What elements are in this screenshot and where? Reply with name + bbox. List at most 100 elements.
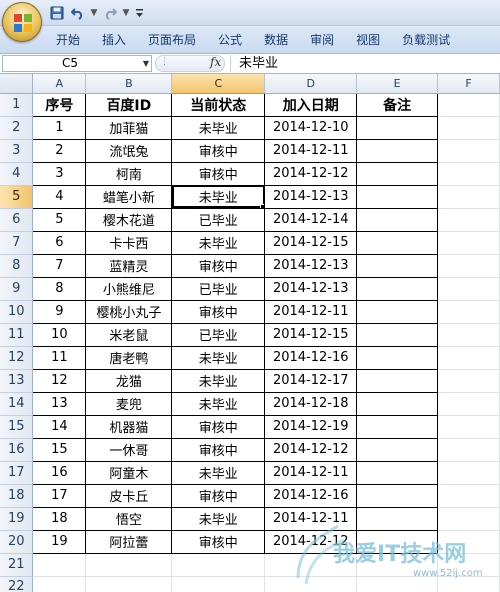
cell-d5[interactable]: 2014-12-13 <box>264 184 358 209</box>
cell-d3[interactable]: 2014-12-11 <box>264 138 358 163</box>
column-header-e[interactable]: E <box>356 74 439 94</box>
tab-data[interactable]: 数据 <box>253 26 299 54</box>
cell-b9[interactable]: 小熊维尼 <box>85 276 173 301</box>
cell-b21[interactable] <box>85 553 173 577</box>
cell-f15[interactable] <box>437 415 500 439</box>
row-header-5[interactable]: 5 <box>0 185 34 209</box>
cell-a6[interactable]: 5 <box>32 207 87 232</box>
cell-a13[interactable]: 12 <box>32 368 87 393</box>
cell-a19[interactable]: 18 <box>32 506 87 531</box>
cell-b4[interactable]: 柯南 <box>85 161 173 186</box>
redo-dropdown-icon[interactable]: ▼ <box>122 4 130 22</box>
cell-e16[interactable] <box>356 437 439 462</box>
cell-b1[interactable]: 百度ID <box>85 92 173 117</box>
cell-e20[interactable] <box>356 529 439 554</box>
tab-view[interactable]: 视图 <box>345 26 391 54</box>
formula-input[interactable]: 未毕业 <box>230 55 498 72</box>
cell-b15[interactable]: 机器猫 <box>85 414 173 439</box>
tab-formulas[interactable]: 公式 <box>207 26 253 54</box>
cell-f3[interactable] <box>437 139 500 163</box>
row-header-4[interactable]: 4 <box>0 162 34 186</box>
cell-a21[interactable] <box>32 553 87 577</box>
cell-a9[interactable]: 8 <box>32 276 87 301</box>
cell-c11[interactable]: 已毕业 <box>171 322 266 347</box>
cell-f2[interactable] <box>437 116 500 140</box>
cell-f22[interactable] <box>437 576 500 592</box>
cell-c2[interactable]: 未毕业 <box>171 115 266 140</box>
fx-icon[interactable]: fx <box>210 55 221 69</box>
fill-handle[interactable] <box>260 203 264 207</box>
cell-c18[interactable]: 审核中 <box>171 483 266 508</box>
cell-f13[interactable] <box>437 369 500 393</box>
cell-e22[interactable] <box>356 576 439 592</box>
cell-a1[interactable]: 序号 <box>32 92 87 117</box>
cell-f12[interactable] <box>437 346 500 370</box>
cell-e8[interactable] <box>356 253 439 278</box>
cell-b22[interactable] <box>85 576 173 592</box>
cell-b19[interactable]: 悟空 <box>85 506 173 531</box>
column-header-b[interactable]: B <box>85 74 173 94</box>
cell-c14[interactable]: 未毕业 <box>171 391 266 416</box>
cell-f16[interactable] <box>437 438 500 462</box>
cell-c5-selected[interactable]: 未毕业 <box>171 184 266 209</box>
cell-f18[interactable] <box>437 484 500 508</box>
cell-b3[interactable]: 流氓兔 <box>85 138 173 163</box>
cell-a15[interactable]: 14 <box>32 414 87 439</box>
cell-a7[interactable]: 6 <box>32 230 87 255</box>
cell-c17[interactable]: 未毕业 <box>171 460 266 485</box>
select-all-corner[interactable] <box>0 74 34 94</box>
cell-c9[interactable]: 已毕业 <box>171 276 266 301</box>
cell-b16[interactable]: 一休哥 <box>85 437 173 462</box>
cell-e7[interactable] <box>356 230 439 255</box>
cell-f21[interactable] <box>437 553 500 577</box>
cell-d19[interactable]: 2014-12-11 <box>264 506 358 531</box>
row-header-22[interactable]: 22 <box>0 576 34 592</box>
cell-e12[interactable] <box>356 345 439 370</box>
column-header-d[interactable]: D <box>264 74 358 94</box>
cell-a22[interactable] <box>32 576 87 592</box>
cell-f10[interactable] <box>437 300 500 324</box>
row-header-7[interactable]: 7 <box>0 231 34 255</box>
cell-e9[interactable] <box>356 276 439 301</box>
tab-home[interactable]: 开始 <box>45 26 91 54</box>
cell-e21[interactable] <box>356 553 439 577</box>
cell-a18[interactable]: 17 <box>32 483 87 508</box>
cell-f19[interactable] <box>437 507 500 531</box>
cell-f6[interactable] <box>437 208 500 232</box>
cell-a11[interactable]: 10 <box>32 322 87 347</box>
cell-f11[interactable] <box>437 323 500 347</box>
cell-c15[interactable]: 审核中 <box>171 414 266 439</box>
cell-d9[interactable]: 2014-12-13 <box>264 276 358 301</box>
cell-f5[interactable] <box>437 185 500 209</box>
cell-e2[interactable] <box>356 115 439 140</box>
cell-a4[interactable]: 3 <box>32 161 87 186</box>
tab-page-layout[interactable]: 页面布局 <box>137 26 207 54</box>
cell-d16[interactable]: 2014-12-12 <box>264 437 358 462</box>
cell-d8[interactable]: 2014-12-13 <box>264 253 358 278</box>
cell-b20[interactable]: 阿拉蕾 <box>85 529 173 554</box>
cell-f7[interactable] <box>437 231 500 255</box>
cell-a8[interactable]: 7 <box>32 253 87 278</box>
cell-e3[interactable] <box>356 138 439 163</box>
cell-d20[interactable]: 2014-12-12 <box>264 529 358 554</box>
row-header-17[interactable]: 17 <box>0 461 34 485</box>
cell-d6[interactable]: 2014-12-14 <box>264 207 358 232</box>
cell-d10[interactable]: 2014-12-11 <box>264 299 358 324</box>
cell-b8[interactable]: 蓝精灵 <box>85 253 173 278</box>
cell-e10[interactable] <box>356 299 439 324</box>
name-box[interactable]: C5 ▼ <box>2 55 152 72</box>
cell-e5[interactable] <box>356 184 439 209</box>
cell-d13[interactable]: 2014-12-17 <box>264 368 358 393</box>
cell-c12[interactable]: 未毕业 <box>171 345 266 370</box>
tab-load-test[interactable]: 负载测试 <box>391 26 461 54</box>
cell-c1[interactable]: 当前状态 <box>171 92 266 117</box>
cell-e17[interactable] <box>356 460 439 485</box>
cell-b17[interactable]: 阿童木 <box>85 460 173 485</box>
cell-a16[interactable]: 15 <box>32 437 87 462</box>
undo-dropdown-icon[interactable]: ▼ <box>90 4 98 22</box>
cell-a12[interactable]: 11 <box>32 345 87 370</box>
cell-d7[interactable]: 2014-12-15 <box>264 230 358 255</box>
cell-f14[interactable] <box>437 392 500 416</box>
row-header-13[interactable]: 13 <box>0 369 34 393</box>
undo-icon[interactable] <box>69 4 87 22</box>
